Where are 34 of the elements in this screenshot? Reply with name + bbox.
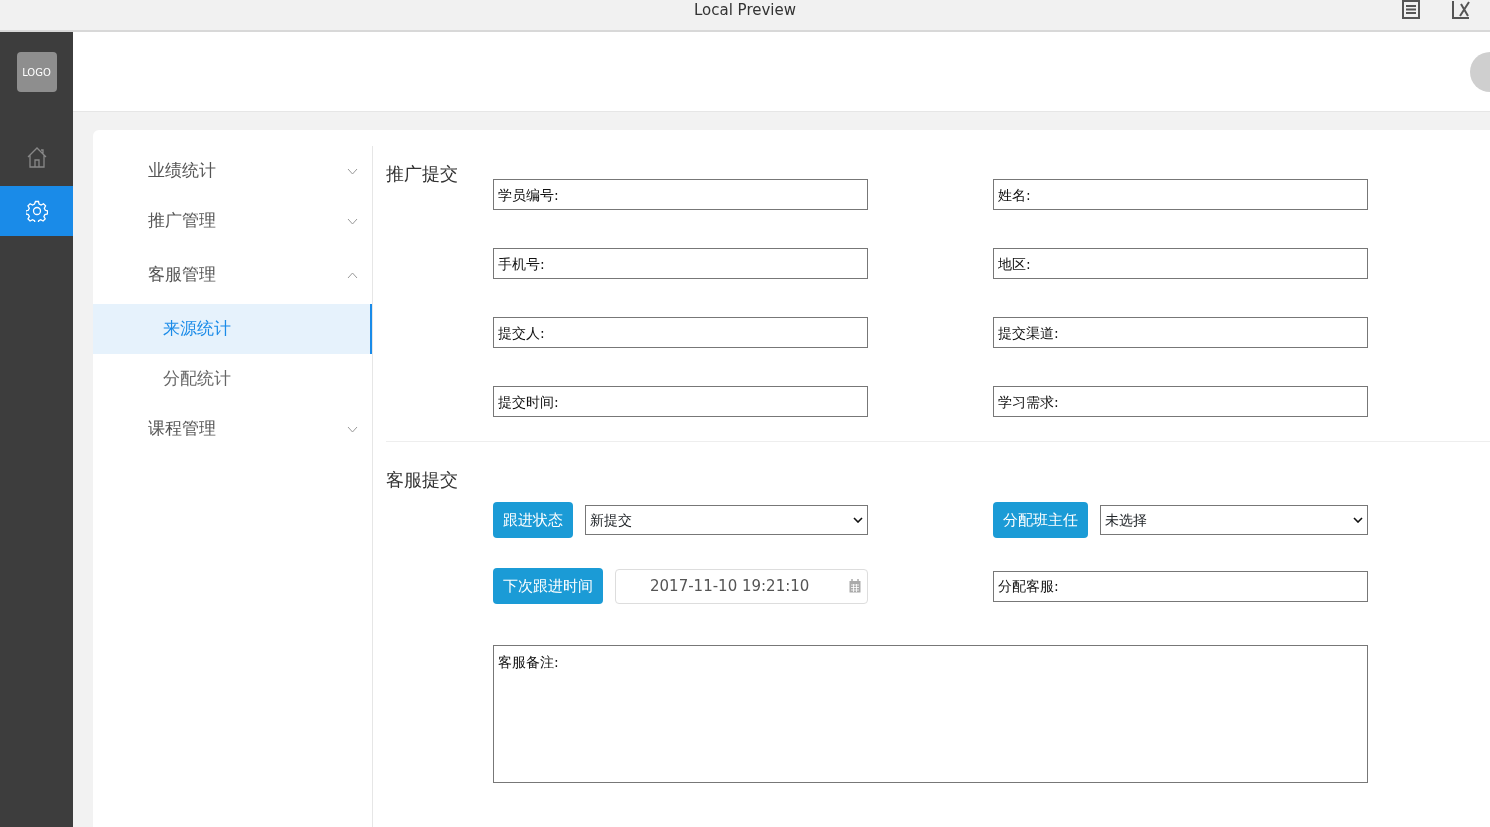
formula-icon[interactable] (1452, 0, 1472, 19)
menu-group[interactable]: 推广管理 (93, 196, 372, 246)
date-field[interactable]: 2017-11-10 19:21:10 (615, 568, 868, 604)
chevron-up-icon (347, 271, 358, 279)
document-icon[interactable] (1402, 0, 1420, 19)
menu-group[interactable]: 课程管理 (93, 404, 372, 454)
select-field[interactable]: 新提交 (585, 505, 868, 535)
menu-item[interactable]: 分配统计 (93, 354, 372, 404)
input-field[interactable]: 提交时间: (493, 386, 868, 417)
input-field[interactable]: 手机号: (493, 248, 868, 279)
chevron-down-icon (347, 217, 358, 225)
logo: LOGO (16, 52, 57, 92)
chevron-down-icon (853, 517, 863, 523)
input-field[interactable]: 姓名: (993, 179, 1368, 210)
chevron-down-icon (347, 167, 358, 175)
chevron-down-icon (1353, 517, 1363, 523)
input-field[interactable]: 学习需求: (993, 386, 1368, 417)
notes-field[interactable]: 客服备注: (493, 645, 1368, 783)
menu-group[interactable]: 客服管理 (93, 246, 372, 304)
input-field[interactable]: 学员编号: (493, 179, 868, 210)
menu-group[interactable]: 业绩统计 (93, 146, 372, 196)
home-icon (25, 146, 48, 168)
section-title: 推广提交 (386, 162, 459, 186)
settings-icon (25, 200, 48, 222)
window-title: Local Preview (693, 1, 796, 19)
input-field[interactable]: 提交人: (493, 317, 868, 348)
input-field[interactable]: 提交渠道: (993, 317, 1368, 348)
input-field[interactable]: 地区: (993, 248, 1368, 279)
select-field[interactable]: 未选择 (1100, 505, 1368, 535)
section-title: 客服提交 (386, 468, 459, 492)
input-field[interactable]: 分配客服: (993, 570, 1368, 602)
sidebar-item[interactable] (0, 186, 73, 236)
calendar-icon (849, 579, 861, 593)
chevron-down-icon (347, 425, 358, 433)
